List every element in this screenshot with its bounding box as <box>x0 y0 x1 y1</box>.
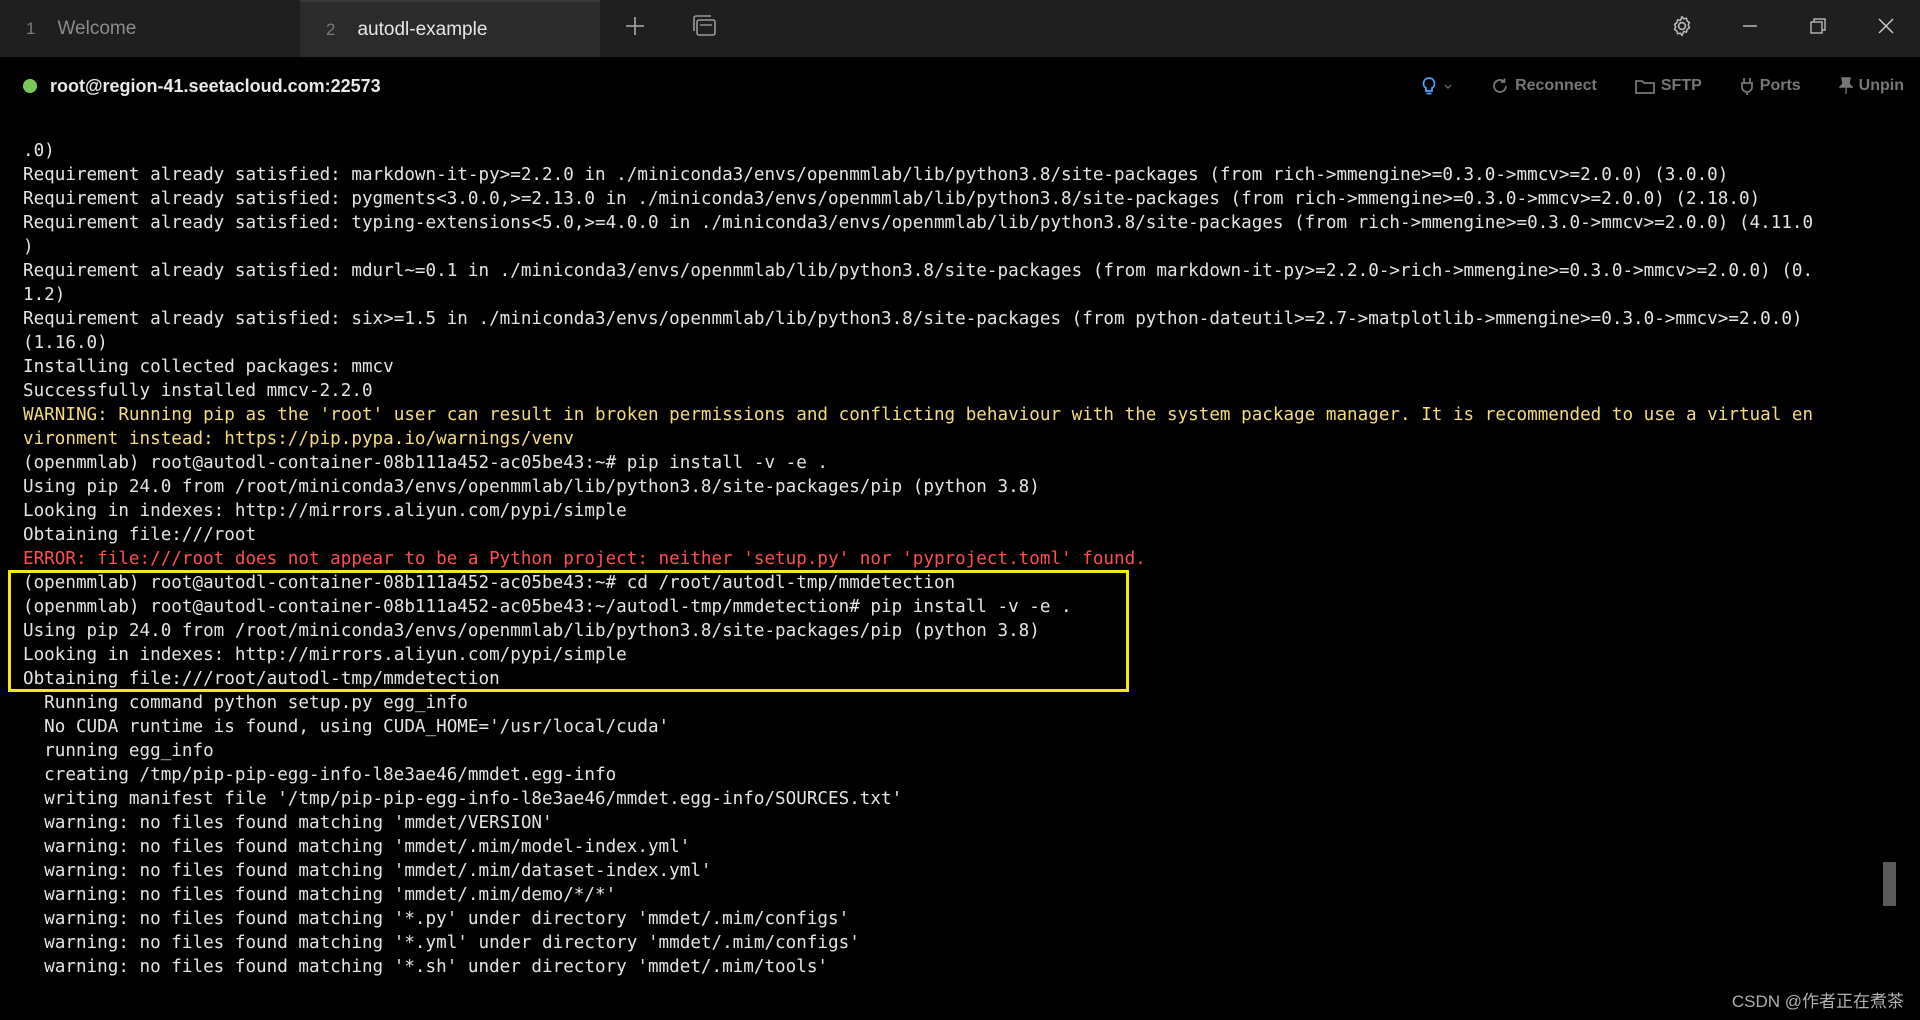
settings-button[interactable] <box>1648 0 1716 57</box>
tab-bar: 1 Welcome 2 autodl-example <box>0 0 1920 57</box>
terminal-line: warning: no files found matching 'mmdet/… <box>23 837 691 857</box>
terminal-line: writing manifest file '/tmp/pip-pip-egg-… <box>23 789 903 809</box>
terminal-output[interactable]: .0) Requirement already satisfied: markdo… <box>23 139 1883 999</box>
terminal-line: Requirement already satisfied: markdown-… <box>23 165 1729 185</box>
terminal-line: vironment instead: https://pip.pypa.io/w… <box>23 429 574 449</box>
tab-bar-spacer <box>740 0 1648 57</box>
minimize-button[interactable] <box>1716 0 1784 57</box>
terminal-line: (openmmlab) root@autodl-container-08b111… <box>23 453 829 473</box>
tab-overview-button[interactable] <box>670 0 740 57</box>
terminal-line: Requirement already satisfied: pygments<… <box>23 189 1761 209</box>
connection-status-dot <box>23 79 37 93</box>
sftp-button[interactable]: SFTP <box>1634 77 1702 95</box>
reconnect-button[interactable]: Reconnect <box>1491 77 1597 95</box>
terminal-line: warning: no files found matching '*.py' … <box>23 909 850 929</box>
gear-icon <box>1670 14 1694 43</box>
terminal-line: (openmmlab) root@autodl-container-08b111… <box>23 573 956 593</box>
tab-number: 2 <box>326 19 336 39</box>
scrollbar-thumb[interactable] <box>1883 862 1896 906</box>
terminal-line: (1.16.0) <box>23 333 108 353</box>
terminal-line: 1.2) <box>23 285 66 305</box>
lightbulb-icon <box>1421 76 1437 96</box>
terminal-line: warning: no files found matching 'mmdet/… <box>23 813 553 833</box>
ports-button[interactable]: Ports <box>1740 77 1801 95</box>
refresh-icon <box>1491 77 1509 95</box>
plus-icon <box>624 15 646 42</box>
close-button[interactable] <box>1852 0 1920 57</box>
chevron-down-icon <box>1443 81 1453 91</box>
tab-label: Welcome <box>57 17 137 39</box>
hint-button[interactable] <box>1421 76 1453 96</box>
terminal-line: ERROR: file:///root does not appear to b… <box>23 549 1146 569</box>
terminal-line: creating /tmp/pip-pip-egg-info-l8e3ae46/… <box>23 765 617 785</box>
pin-icon <box>1838 77 1853 95</box>
terminal-line: Installing collected packages: mmcv <box>23 357 394 377</box>
terminal-line: No CUDA runtime is found, using CUDA_HOM… <box>23 717 670 737</box>
terminal-line: Successfully installed mmcv-2.2.0 <box>23 381 373 401</box>
terminal-line: Looking in indexes: http://mirrors.aliyu… <box>23 645 627 665</box>
connection-bar: root@region-41.seetacloud.com:22573 Reco… <box>0 57 1920 115</box>
terminal-line: Obtaining file:///root <box>23 525 257 545</box>
new-tab-button[interactable] <box>600 0 670 57</box>
tab-autodl-example[interactable]: 2 autodl-example <box>300 0 600 57</box>
close-icon <box>1877 17 1895 40</box>
terminal-line: (openmmlab) root@autodl-container-08b111… <box>23 597 1072 617</box>
terminal-line: warning: no files found matching '*.yml'… <box>23 933 860 953</box>
host-address: root@region-41.seetacloud.com:22573 <box>50 75 381 96</box>
terminal-line: Requirement already satisfied: six>=1.5 … <box>23 309 1803 329</box>
ports-label: Ports <box>1759 77 1801 94</box>
terminal-line: Requirement already satisfied: typing-ex… <box>23 213 1814 233</box>
tab-number: 1 <box>26 18 36 38</box>
terminal-line: Requirement already satisfied: mdurl~=0.… <box>23 261 1814 281</box>
terminal-line: Looking in indexes: http://mirrors.aliyu… <box>23 501 627 521</box>
watermark: CSDN @作者正在煮茶 <box>1731 992 1904 1011</box>
restore-button[interactable] <box>1784 0 1852 57</box>
window-stack-icon <box>692 14 718 43</box>
sftp-label: SFTP <box>1660 77 1702 94</box>
terminal-line: .0) <box>23 141 55 161</box>
tab-welcome[interactable]: 1 Welcome <box>0 0 300 57</box>
tab-label: autodl-example <box>357 18 488 40</box>
plug-icon <box>1740 77 1754 95</box>
terminal-line: running egg_info <box>23 741 214 761</box>
terminal-line: Running command python setup.py egg_info <box>23 693 468 713</box>
terminal-line: Using pip 24.0 from /root/miniconda3/env… <box>23 621 1040 641</box>
reconnect-label: Reconnect <box>1515 77 1597 94</box>
restore-icon <box>1809 17 1827 40</box>
terminal-line: WARNING: Running pip as the 'root' user … <box>23 405 1814 425</box>
terminal-line: Obtaining file:///root/autodl-tmp/mmdete… <box>23 669 500 689</box>
minimize-icon <box>1741 17 1759 40</box>
unpin-button[interactable]: Unpin <box>1838 77 1904 95</box>
terminal-line: ) <box>23 237 34 257</box>
connection-actions: Reconnect SFTP Ports Unpin <box>1383 57 1904 115</box>
terminal-line: Using pip 24.0 from /root/miniconda3/env… <box>23 477 1040 497</box>
terminal-line: warning: no files found matching '*.sh' … <box>23 957 829 977</box>
terminal-line: warning: no files found matching 'mmdet/… <box>23 885 617 905</box>
terminal-line: warning: no files found matching 'mmdet/… <box>23 861 712 881</box>
unpin-label: Unpin <box>1858 77 1904 94</box>
folder-icon <box>1634 78 1655 94</box>
